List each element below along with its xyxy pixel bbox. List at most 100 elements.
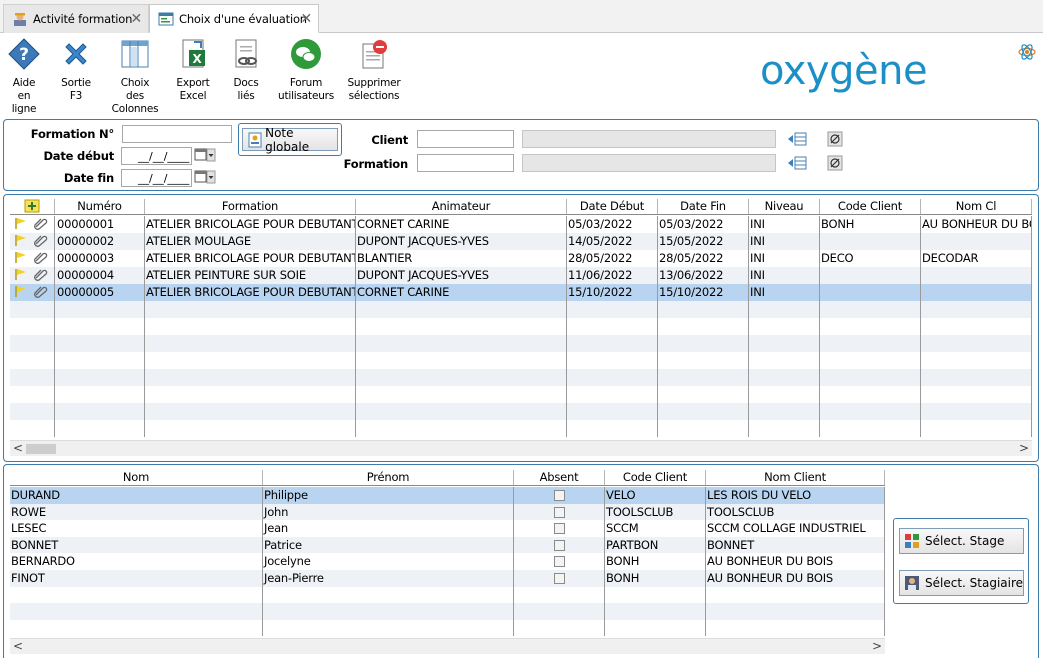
absent-checkbox[interactable] [554,523,565,535]
aide-en-ligne-button[interactable]: ? Aide en ligne [4,38,44,116]
table-row[interactable]: DURAND Philippe VELO LES ROIS DU VELO [10,487,885,504]
column-header[interactable]: Prénom [263,470,514,485]
formation-label: Formation [343,157,409,171]
scroll-right-icon[interactable]: > [1019,441,1029,456]
table-cell: VELO [605,487,706,504]
table-cell [706,586,885,604]
absent-checkbox[interactable] [554,490,565,501]
svg-text:X: X [192,52,202,66]
absent-checkbox[interactable] [554,556,565,568]
sessions-horizontal-scrollbar[interactable]: < > [10,440,1032,456]
column-header[interactable]: Code Client [820,199,921,214]
tab-choix-evaluation[interactable]: Choix d'une évaluation ✕ [149,4,319,33]
supprimer-selections-button[interactable]: Supprimer sélections [346,38,402,103]
column-header[interactable]: Code Client [605,470,706,485]
note-globale-button[interactable]: Note globale [242,126,338,154]
table-cell [749,301,820,318]
table-row[interactable]: ROWE John TOOLSCLUB TOOLSCLUB [10,503,885,521]
table-row[interactable]: BONNET Patrice PARTBON BONNET [10,536,885,554]
table-cell [356,386,567,403]
table-cell [514,520,605,537]
close-icon[interactable]: ✕ [130,11,142,27]
table-cell [263,619,514,637]
close-icon[interactable]: ✕ [300,11,312,27]
column-header[interactable]: Absent [514,470,605,485]
scroll-left-icon[interactable]: < [13,441,23,456]
table-cell [55,369,145,386]
column-header[interactable]: Date Début [567,199,658,214]
sessions-grid-header: Numéro Formation Animateur Date Début Date F… [10,199,1032,215]
worker-icon [14,13,26,26]
absent-checkbox[interactable] [554,539,565,551]
trainees-horizontal-scrollbar[interactable]: < > [10,638,885,654]
column-header[interactable]: Formation [145,199,356,214]
table-cell: 11/06/2022 [567,267,658,284]
date-debut-input[interactable]: __/__/____ [121,147,192,165]
clear-icon[interactable] [827,131,843,147]
scroll-right-icon[interactable]: > [872,639,882,654]
table-cell [55,301,145,318]
table-row[interactable]: FINOT Jean-Pierre BONH AU BONHEUR DU BOIS [10,570,885,587]
sessions-grid[interactable]: Numéro Formation Animateur Date Début Date F… [10,199,1032,440]
select-stagiaire-button[interactable]: Sélect. Stagiaire [899,570,1024,596]
table-cell: John [263,503,514,521]
column-header[interactable]: Numéro [55,199,145,214]
table-cell: PARTBON [605,536,706,554]
table-cell: 00000003 [55,250,145,267]
column-header[interactable]: Nom Cl [921,199,1032,214]
add-row-icon[interactable] [10,199,55,214]
column-header[interactable]: Nom Client [706,470,885,485]
tab-label: Choix d'une évaluation [179,11,307,26]
choix-colonnes-button[interactable]: Choix des Colonnes [110,38,160,116]
table-cell [820,284,921,301]
scroll-left-icon[interactable]: < [13,639,23,654]
date-fin-input[interactable]: __/__/____ [121,169,192,187]
client-name-display [522,130,776,148]
table-row[interactable]: LESEC Jean SCCM SCCM COLLAGE INDUSTRIEL [10,520,885,537]
table-row[interactable]: 00000002 ATELIER MOULAGE DUPONT JACQUES-YV… [10,233,1032,250]
empty-row [10,586,885,604]
table-row[interactable]: 00000004 ATELIER PEINTURE SUR SOIE DUPONT … [10,267,1032,284]
column-header[interactable]: Date Fin [658,199,749,214]
export-excel-button[interactable]: X Export Excel [173,38,213,103]
empty-row [10,403,1032,420]
table-cell: LESEC [10,520,263,537]
formation-no-input[interactable] [122,125,232,143]
empty-row [10,301,1032,318]
empty-row [10,369,1032,386]
calendar-dropdown-icon[interactable] [194,169,216,185]
table-cell [514,619,605,637]
forum-utilisateurs-button[interactable]: Forum utilisateurs [278,38,334,103]
close-x-icon [65,43,87,65]
tab-activite-formation[interactable]: Activité formation ✕ [3,4,149,33]
table-cell [605,586,706,604]
table-cell [55,420,145,437]
column-header[interactable]: Niveau [749,199,820,214]
list-picker-icon[interactable] [787,155,807,171]
column-header[interactable]: Animateur [356,199,567,214]
trainees-grid[interactable]: Nom Prénom Absent Code Client Nom Client DUR… [10,470,885,638]
list-picker-icon[interactable] [787,131,807,147]
table-cell [921,267,1032,284]
docs-lies-button[interactable]: Docs liés [226,38,266,103]
table-cell [820,318,921,335]
table-cell [820,386,921,403]
table-row[interactable]: BERNARDO Jocelyne BONH AU BONHEUR DU BOIS [10,553,885,570]
calendar-dropdown-icon[interactable] [194,147,216,163]
form-icon [158,12,174,25]
table-row[interactable]: 00000005 ATELIER BRICOLAGE POUR DEBUTANTS… [10,284,1032,301]
empty-row [10,352,1032,369]
absent-checkbox[interactable] [554,573,565,584]
select-stage-button[interactable]: Sélect. Stage [899,528,1024,554]
absent-checkbox[interactable] [554,506,565,518]
table-cell [820,403,921,420]
sortie-button[interactable]: Sortie F3 [56,38,96,103]
clear-icon[interactable] [827,155,843,171]
column-header[interactable]: Nom [10,470,263,485]
formation-code-input[interactable] [417,154,514,172]
client-code-input[interactable] [417,130,514,148]
table-row[interactable]: 00000001 ATELIER BRICOLAGE POUR DEBUTANTS… [10,216,1032,233]
table-row[interactable]: 00000003 ATELIER BRICOLAGE POUR DEBUTANTS… [10,250,1032,267]
table-cell [567,301,658,318]
scroll-thumb[interactable] [26,444,56,454]
